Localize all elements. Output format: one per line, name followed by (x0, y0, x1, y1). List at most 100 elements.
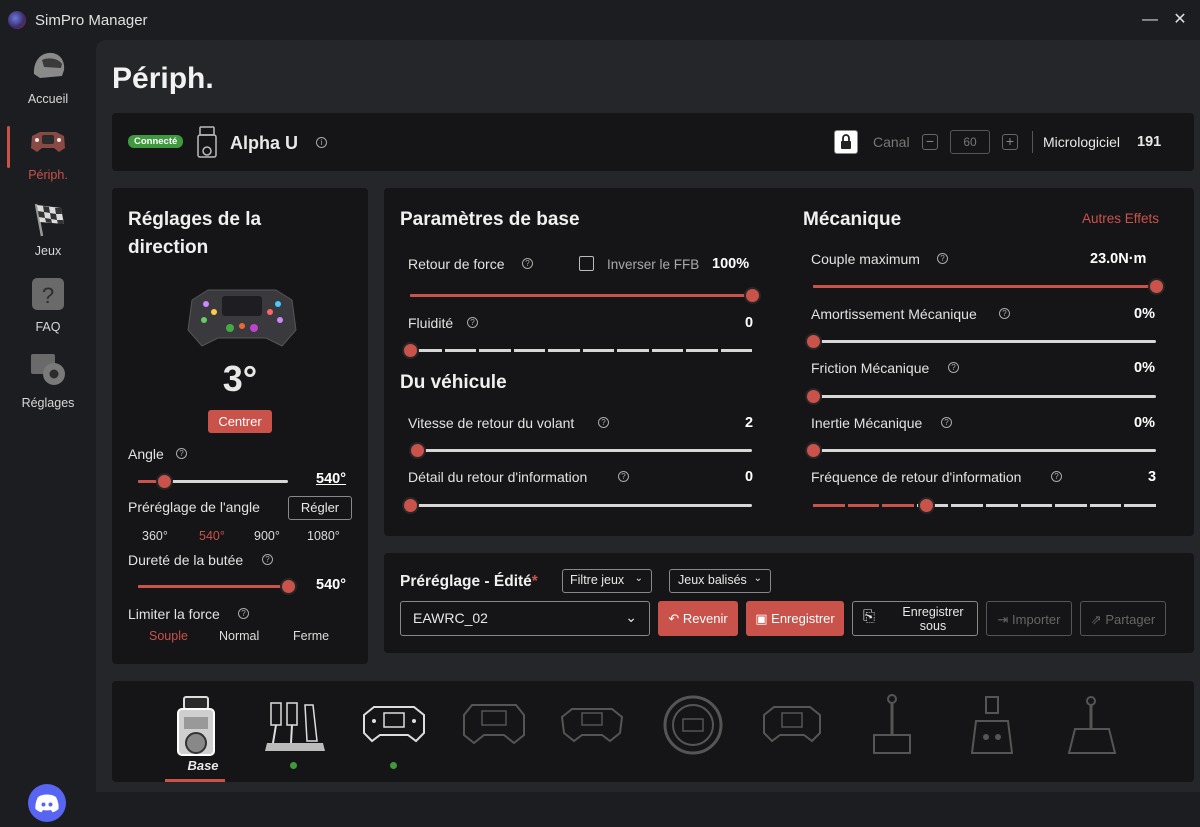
sidebar-item-label: Réglages (21, 396, 75, 410)
set-preset-button[interactable]: Régler (288, 496, 352, 520)
preset-title-text: Préréglage - Édité (400, 573, 532, 590)
tagged-games-dropdown[interactable]: Jeux balisés ⌄ (669, 569, 771, 593)
import-button[interactable]: ⇥ Importer (986, 601, 1072, 636)
force-feedback-slider[interactable] (410, 287, 761, 304)
canal-input[interactable]: 60 (950, 130, 990, 154)
lock-icon[interactable] (834, 130, 858, 154)
devices-bar: Base (112, 681, 1194, 782)
slider-handle[interactable] (402, 497, 419, 514)
angle-slider[interactable] (138, 473, 288, 490)
revert-button[interactable]: ↶ Revenir (658, 601, 738, 636)
pedals-icon[interactable] (261, 691, 329, 759)
canal-decrement-button[interactable]: − (922, 134, 938, 150)
mech-damping-slider[interactable] (805, 333, 1156, 350)
wheel-rim-icon[interactable] (360, 691, 428, 759)
preset-900[interactable]: 900° (254, 529, 280, 543)
slider-handle[interactable] (155, 473, 173, 490)
info-icon[interactable]: i (316, 137, 327, 148)
force-limit-souple[interactable]: Souple (149, 629, 188, 643)
share-button[interactable]: ⇗ Partager (1080, 601, 1166, 636)
share-icon: ⇗ (1090, 612, 1106, 627)
preset-1080[interactable]: 1080° (307, 529, 340, 543)
help-icon[interactable]: ? (467, 317, 478, 328)
sidebar-item-reglages[interactable]: Réglages (0, 350, 96, 420)
feedback-detail-slider[interactable] (402, 497, 752, 514)
undo-icon: ↶ (668, 611, 683, 626)
slider-segment (444, 349, 476, 352)
slider-segment (479, 349, 511, 352)
center-button[interactable]: Centrer (208, 410, 272, 433)
save-as-icon: ⎘ (863, 608, 876, 625)
preset-540[interactable]: 540° (199, 529, 225, 543)
sidebar-item-periph[interactable]: Périph. (0, 122, 96, 192)
mech-inertia-slider[interactable] (805, 442, 1156, 459)
preset-select-value: EAWRC_02 (413, 610, 488, 626)
slider-segment (813, 504, 845, 507)
slider-handle[interactable] (280, 578, 297, 595)
help-icon[interactable]: ? (598, 417, 609, 428)
help-icon[interactable]: ? (262, 554, 273, 565)
wheel-return-label: Vitesse de retour du volant (408, 415, 575, 431)
steering-card: Réglages de la direction 3° Centrer Angl… (112, 188, 368, 664)
help-icon[interactable]: ? (1051, 471, 1062, 482)
device-name: Alpha U (230, 133, 299, 153)
canal-increment-button[interactable]: + (1002, 134, 1018, 150)
sequential-shifter-icon[interactable] (958, 691, 1026, 759)
sidebar-item-label: Accueil (27, 92, 69, 106)
discord-icon[interactable] (28, 784, 66, 822)
gt-wheel-icon[interactable] (558, 691, 626, 759)
help-icon[interactable]: ? (522, 258, 533, 269)
force-limit-normal[interactable]: Normal (219, 629, 259, 643)
slider-segment (617, 349, 649, 352)
slider-handle[interactable] (1148, 278, 1165, 295)
slider-handle[interactable] (805, 333, 822, 350)
sidebar-item-faq[interactable]: ? FAQ (0, 274, 96, 344)
minimize-button[interactable]: — (1140, 10, 1160, 30)
invert-ffb-checkbox[interactable] (579, 256, 594, 271)
save-button[interactable]: ▣ Enregistrer (746, 601, 844, 636)
slider-handle[interactable] (402, 342, 419, 359)
help-icon[interactable]: ? (937, 253, 948, 264)
filter-games-dropdown[interactable]: Filtre jeux ⌄ (562, 569, 652, 593)
stop-hardness-value: 540° (316, 577, 346, 593)
help-icon[interactable]: ? (999, 308, 1010, 319)
close-button[interactable]: ✕ (1170, 10, 1190, 30)
force-limit-ferme[interactable]: Ferme (293, 629, 329, 643)
stop-hardness-slider[interactable] (138, 578, 297, 595)
slider-handle[interactable] (408, 442, 426, 459)
sidebar-item-accueil[interactable]: Accueil (0, 46, 96, 116)
slider-handle[interactable] (918, 497, 936, 514)
sidebar-item-label: Jeux (34, 244, 62, 258)
handbrake-icon[interactable] (858, 691, 926, 759)
max-torque-slider[interactable] (813, 278, 1165, 295)
help-icon[interactable]: ? (948, 362, 959, 373)
mech-damping-value: 0% (1134, 306, 1155, 322)
smoothness-slider[interactable] (402, 342, 752, 359)
slider-segment (1124, 504, 1156, 507)
wheel-return-slider[interactable] (408, 442, 752, 459)
slider-handle[interactable] (805, 388, 822, 405)
help-icon[interactable]: ? (941, 417, 952, 428)
chevron-down-icon: ⌄ (753, 573, 762, 584)
divider (1032, 131, 1033, 153)
feedback-detail-value: 0 (745, 469, 754, 485)
slider-handle[interactable] (744, 287, 761, 304)
wheel-rim-2-icon[interactable] (758, 691, 826, 759)
sidebar-item-jeux[interactable]: Jeux (0, 198, 96, 268)
help-icon[interactable]: ? (176, 448, 187, 459)
mech-friction-slider[interactable] (805, 388, 1156, 405)
round-wheel-icon[interactable] (659, 691, 727, 759)
revert-label: Revenir (682, 611, 728, 626)
preset-360[interactable]: 360° (142, 529, 168, 543)
help-icon[interactable]: ? (238, 608, 249, 619)
slider-handle[interactable] (805, 442, 822, 459)
h-shifter-icon[interactable] (1057, 691, 1125, 759)
base-icon[interactable] (162, 691, 230, 759)
help-icon[interactable]: ? (618, 471, 629, 482)
formula-wheel-icon[interactable] (460, 691, 528, 759)
preset-card: Préréglage - Édité* Filtre jeux ⌄ Jeux ba… (384, 553, 1194, 653)
feedback-frequency-slider[interactable] (813, 497, 1156, 514)
save-as-button[interactable]: ⎘ Enregistrer sous (852, 601, 978, 636)
preset-select[interactable]: EAWRC_02 ⌄ (400, 601, 650, 636)
other-effects-link[interactable]: Autres Effets (1082, 211, 1159, 226)
